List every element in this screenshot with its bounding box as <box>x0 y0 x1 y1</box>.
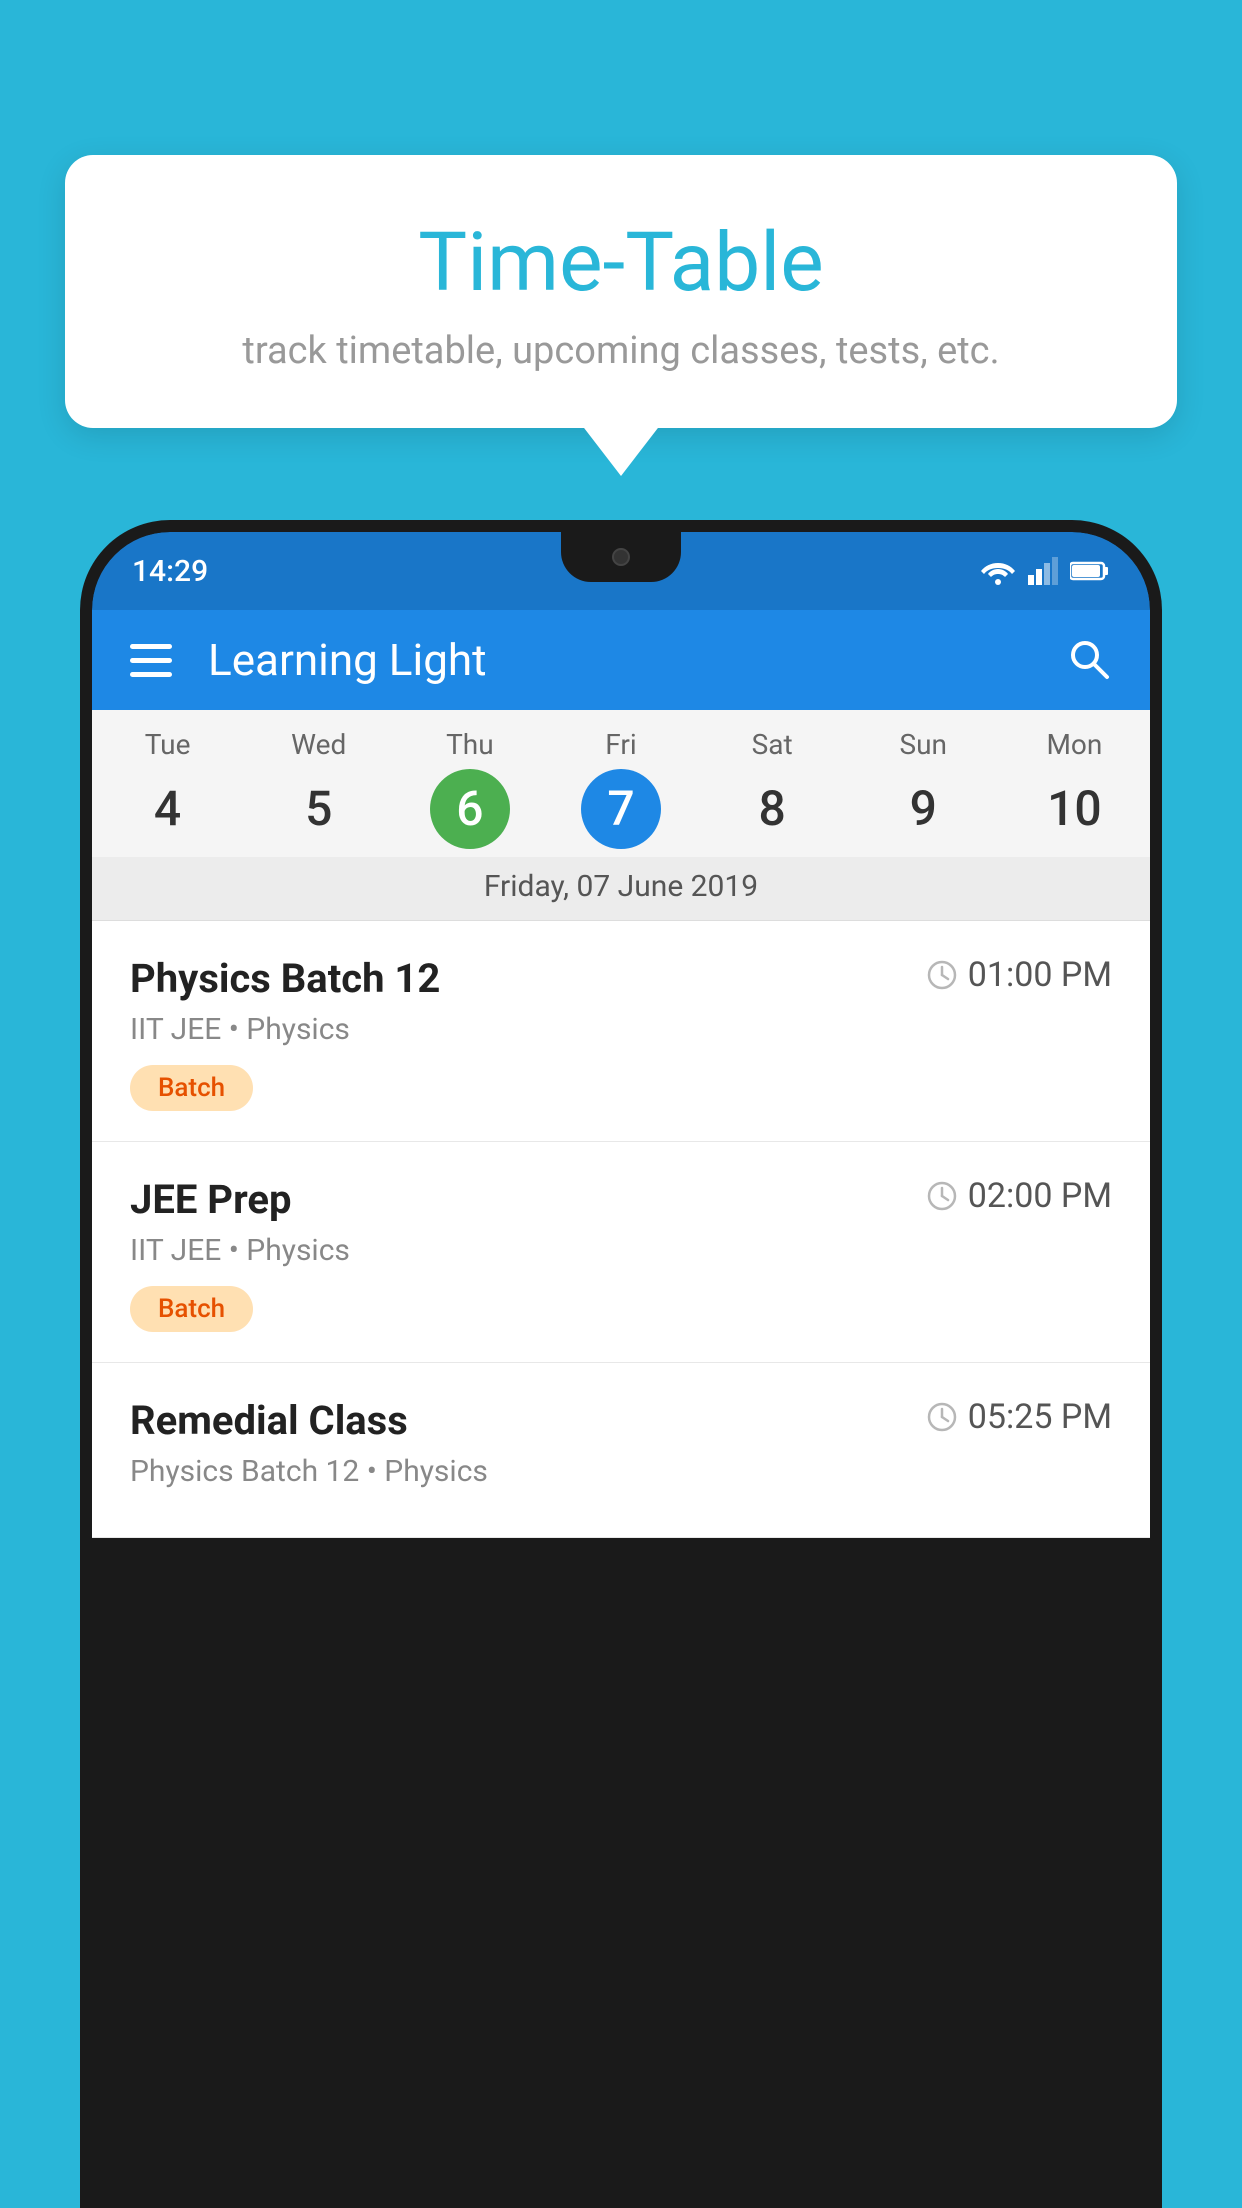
class-item-0[interactable]: Physics Batch 12 01:00 PM IIT JEE • Physic… <box>92 921 1150 1142</box>
hamburger-menu-icon[interactable] <box>130 644 172 677</box>
class-detail: IIT JEE • Physics <box>130 1233 1112 1268</box>
class-name: Remedial Class <box>130 1397 408 1444</box>
class-detail: IIT JEE • Physics <box>130 1012 1112 1047</box>
class-name: JEE Prep <box>130 1176 291 1223</box>
app-bar: Learning Light <box>92 610 1150 710</box>
clock-icon <box>926 1401 958 1433</box>
clock-icon <box>926 959 958 991</box>
calendar-day-8[interactable]: Sat8 <box>697 728 848 849</box>
class-item-2[interactable]: Remedial Class 05:25 PM Physics Batch 12 •… <box>92 1363 1150 1538</box>
calendar: Tue4Wed5Thu6Fri7Sat8Sun9Mon10 Friday, 07… <box>92 710 1150 921</box>
batch-badge: Batch <box>130 1065 253 1111</box>
tooltip-subtitle: track timetable, upcoming classes, tests… <box>145 329 1097 373</box>
battery-icon <box>1070 560 1110 582</box>
notch <box>561 532 681 582</box>
calendar-day-5[interactable]: Wed5 <box>243 728 394 849</box>
calendar-day-4[interactable]: Tue4 <box>92 728 243 849</box>
calendar-days-row: Tue4Wed5Thu6Fri7Sat8Sun9Mon10 <box>92 710 1150 857</box>
signal-icon <box>1028 557 1058 585</box>
status-time: 14:29 <box>132 554 208 589</box>
status-bar: 14:29 <box>92 532 1150 610</box>
clock-icon <box>926 1180 958 1212</box>
search-button[interactable] <box>1064 634 1112 686</box>
class-time: 05:25 PM <box>926 1397 1112 1437</box>
class-time: 01:00 PM <box>926 955 1112 995</box>
camera-dot <box>612 548 630 566</box>
class-item-1[interactable]: JEE Prep 02:00 PM IIT JEE • Physics Batch <box>92 1142 1150 1363</box>
phone-inner: 14:29 <box>92 532 1150 2208</box>
class-list: Physics Batch 12 01:00 PM IIT JEE • Physic… <box>92 921 1150 1538</box>
calendar-day-10[interactable]: Mon10 <box>999 728 1150 849</box>
phone-frame: 14:29 <box>80 520 1162 2208</box>
calendar-day-7[interactable]: Fri7 <box>545 728 696 849</box>
class-time: 02:00 PM <box>926 1176 1112 1216</box>
calendar-day-6[interactable]: Thu6 <box>394 728 545 849</box>
app-title: Learning Light <box>208 634 1064 686</box>
calendar-day-9[interactable]: Sun9 <box>848 728 999 849</box>
class-name: Physics Batch 12 <box>130 955 440 1002</box>
wifi-icon <box>980 557 1016 585</box>
class-detail: Physics Batch 12 • Physics <box>130 1454 1112 1489</box>
batch-badge: Batch <box>130 1286 253 1332</box>
tooltip-title: Time-Table <box>145 215 1097 311</box>
tooltip-card: Time-Table track timetable, upcoming cla… <box>65 155 1177 428</box>
calendar-date-label: Friday, 07 June 2019 <box>92 857 1150 921</box>
status-icons <box>980 557 1110 585</box>
